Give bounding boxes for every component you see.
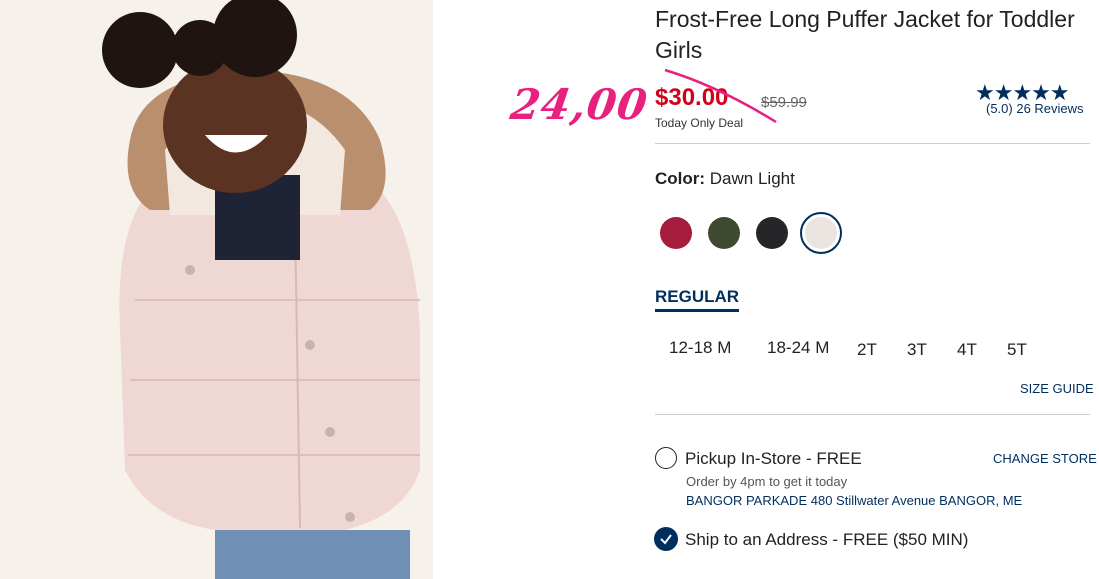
size-option-18-24m[interactable]: 18-24 M [767,338,829,358]
change-store-link[interactable]: CHANGE STORE [993,451,1097,466]
ship-radio-checked[interactable] [654,527,678,551]
tab-regular[interactable]: REGULAR [655,287,740,312]
size-option-5t[interactable]: 5T [1007,340,1027,360]
pickup-radio[interactable] [655,447,677,469]
order-note: Order by 4pm to get it today [686,474,848,489]
reviews-count[interactable]: (5.0) 26 Reviews [986,101,1084,116]
sale-price: $30.00 [655,84,729,111]
pickup-label[interactable]: Pickup In-Store - FREE [685,449,862,469]
size-option-3t[interactable]: 3T [907,340,927,360]
selected-color-name: Dawn Light [709,169,795,188]
product-title: Frost-Free Long Puffer Jacket for Toddle… [655,6,1075,63]
size-option-12-18m[interactable]: 12-18 M [669,338,731,358]
ship-label[interactable]: Ship to an Address - FREE ($50 MIN) [685,530,968,550]
swatch-burgundy-fill [660,217,692,249]
color-swatch-black[interactable] [752,213,792,253]
original-price: $59.99 [761,94,807,111]
deal-note: Today Only Deal [655,116,744,130]
color-label-prefix: Color: [655,169,706,188]
size-guide-link[interactable]: SIZE GUIDE [1020,381,1094,396]
size-option-4t[interactable]: 4T [957,340,977,360]
swatch-olive-fill [708,217,740,249]
divider [655,143,1090,144]
divider [655,414,1090,415]
swatch-dawn-light-fill [805,217,837,249]
product-image[interactable] [0,0,433,579]
color-swatch-olive[interactable] [704,213,744,253]
checkmark-icon [660,534,672,545]
store-address: BANGOR PARKADE 480 Stillwater Avenue BAN… [686,493,1023,508]
product-photo-illustration [0,0,433,579]
color-swatch-dawn-light[interactable] [800,212,842,254]
size-option-2t[interactable]: 2T [857,340,877,360]
handwritten-price-annotation: 24,00 [507,80,651,129]
color-swatch-burgundy[interactable] [656,213,696,253]
color-label: Color: Dawn Light [655,169,795,189]
reviews-link[interactable]: (5.0) 26 Reviews [986,101,1084,116]
swatch-black-fill [756,217,788,249]
